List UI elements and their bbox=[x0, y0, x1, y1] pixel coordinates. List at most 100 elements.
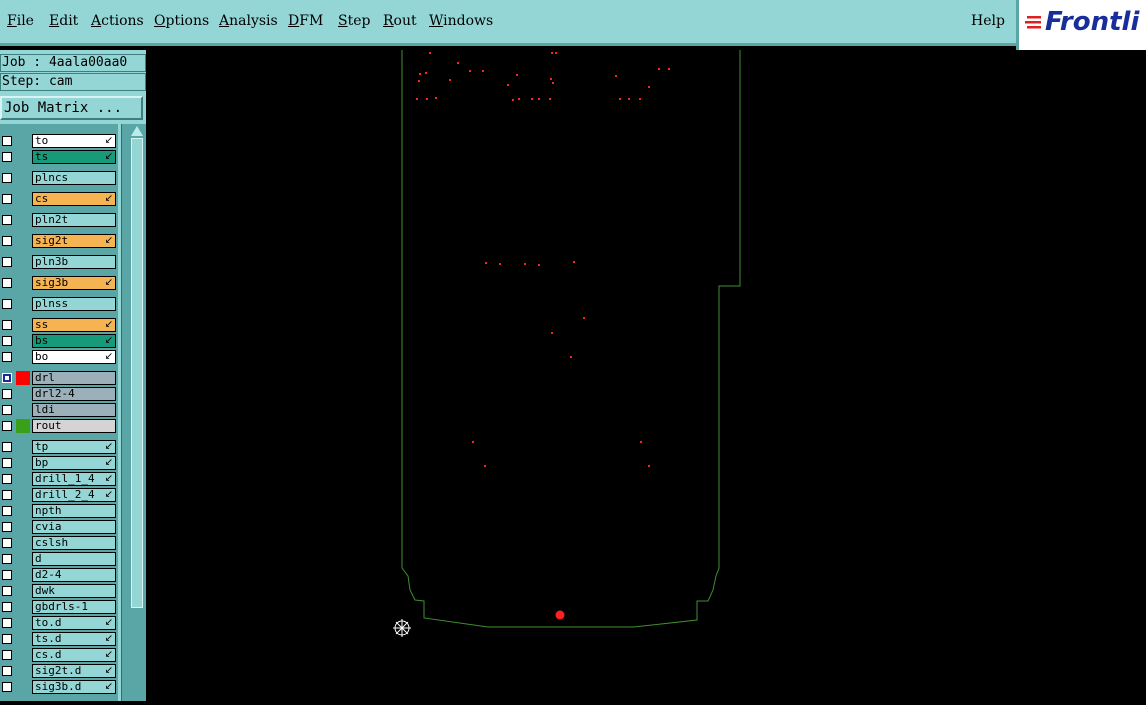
menu-options[interactable]: Options bbox=[154, 13, 209, 29]
scroll-up-arrow-icon[interactable] bbox=[131, 126, 143, 136]
layer-row-sig3b[interactable]: sig3b ↙ bbox=[0, 276, 118, 290]
menu-edit[interactable]: Edit bbox=[49, 13, 78, 29]
layer-row-plncs[interactable]: plncs bbox=[0, 171, 118, 185]
layer-row-tp[interactable]: tp ↙ bbox=[0, 440, 118, 454]
layer-checkbox[interactable] bbox=[2, 320, 12, 330]
layer-name[interactable]: pln2t bbox=[32, 213, 116, 227]
layer-row-drill_2_4[interactable]: drill_2_4 ↙ bbox=[0, 488, 118, 502]
layer-row-gbdrls-1[interactable]: gbdrls-1 bbox=[0, 600, 118, 614]
layer-checkbox[interactable] bbox=[2, 236, 12, 246]
layer-checkbox[interactable] bbox=[2, 490, 12, 500]
layer-name[interactable]: drill_1_4 ↙ bbox=[32, 472, 116, 486]
layer-row-bo[interactable]: bo ↙ bbox=[0, 350, 118, 364]
layer-checkbox[interactable] bbox=[2, 666, 12, 676]
layer-checkbox[interactable] bbox=[2, 522, 12, 532]
layer-checkbox[interactable] bbox=[2, 682, 12, 692]
layer-name[interactable]: ldi bbox=[32, 403, 116, 417]
layer-name[interactable]: gbdrls-1 bbox=[32, 600, 116, 614]
layer-name[interactable]: to ↙ bbox=[32, 134, 116, 148]
layer-name[interactable]: d bbox=[32, 552, 116, 566]
layer-checkbox[interactable] bbox=[2, 650, 12, 660]
layer-checkbox[interactable] bbox=[2, 257, 12, 267]
menu-actions[interactable]: Actions bbox=[91, 13, 144, 29]
layer-name[interactable]: ts.d ↙ bbox=[32, 632, 116, 646]
layer-checkbox[interactable] bbox=[2, 389, 12, 399]
layer-name[interactable]: bp ↙ bbox=[32, 456, 116, 470]
layer-row-cslsh[interactable]: cslsh bbox=[0, 536, 118, 550]
layer-checkbox[interactable] bbox=[2, 299, 12, 309]
layer-name[interactable]: sig2t.d ↙ bbox=[32, 664, 116, 678]
layer-name[interactable]: plnss bbox=[32, 297, 116, 311]
layer-name[interactable]: drl2-4 bbox=[32, 387, 116, 401]
layer-checkbox[interactable] bbox=[2, 602, 12, 612]
layer-checkbox[interactable] bbox=[2, 442, 12, 452]
menu-rout[interactable]: Rout bbox=[383, 13, 417, 29]
layer-row-pln2t[interactable]: pln2t bbox=[0, 213, 118, 227]
layer-row-bp[interactable]: bp ↙ bbox=[0, 456, 118, 470]
layer-row-ts[interactable]: ts ↙ bbox=[0, 150, 118, 164]
layer-name[interactable]: rout bbox=[32, 419, 116, 433]
scroll-thumb[interactable] bbox=[131, 138, 143, 608]
layer-row-cvia[interactable]: cvia bbox=[0, 520, 118, 534]
layer-name[interactable]: dwk bbox=[32, 584, 116, 598]
layer-row-plnss[interactable]: plnss bbox=[0, 297, 118, 311]
layer-name[interactable]: plncs bbox=[32, 171, 116, 185]
layer-name[interactable]: drl bbox=[32, 371, 116, 385]
layer-name[interactable]: cs ↙ bbox=[32, 192, 116, 206]
menu-file[interactable]: File bbox=[7, 13, 34, 29]
layer-checkbox[interactable] bbox=[2, 421, 12, 431]
menu-analysis[interactable]: Analysis bbox=[219, 13, 278, 29]
layer-row-pln3b[interactable]: pln3b bbox=[0, 255, 118, 269]
layer-checkbox[interactable] bbox=[2, 194, 12, 204]
menu-dfm[interactable]: DFM bbox=[288, 13, 323, 29]
layer-list-scrollbar[interactable] bbox=[121, 124, 146, 701]
layer-row-drl2-4[interactable]: drl2-4 bbox=[0, 387, 118, 401]
job-matrix-button[interactable]: Job Matrix ... bbox=[0, 96, 143, 120]
layer-row-dwk[interactable]: dwk bbox=[0, 584, 118, 598]
layer-name[interactable]: cs.d ↙ bbox=[32, 648, 116, 662]
layer-name[interactable]: ss ↙ bbox=[32, 318, 116, 332]
layer-row-npth[interactable]: npth bbox=[0, 504, 118, 518]
layer-checkbox[interactable] bbox=[2, 538, 12, 548]
layer-checkbox[interactable] bbox=[2, 474, 12, 484]
layer-checkbox[interactable] bbox=[2, 506, 12, 516]
layer-name[interactable]: d2-4 bbox=[32, 568, 116, 582]
layer-row-cs[interactable]: cs ↙ bbox=[0, 192, 118, 206]
layer-row-drill_1_4[interactable]: drill_1_4 ↙ bbox=[0, 472, 118, 486]
graphics-canvas[interactable] bbox=[146, 50, 1146, 701]
layer-row-drl[interactable]: drl bbox=[0, 371, 118, 385]
layer-name[interactable]: npth bbox=[32, 504, 116, 518]
layer-color-swatch[interactable] bbox=[16, 419, 30, 433]
layer-row-to[interactable]: to ↙ bbox=[0, 134, 118, 148]
layer-color-swatch[interactable] bbox=[16, 371, 30, 385]
layer-row-sig2t.d[interactable]: sig2t.d ↙ bbox=[0, 664, 118, 678]
layer-row-sig2t[interactable]: sig2t ↙ bbox=[0, 234, 118, 248]
menu-help[interactable]: Help bbox=[971, 13, 1005, 29]
layer-checkbox[interactable] bbox=[2, 405, 12, 415]
layer-checkbox[interactable] bbox=[2, 458, 12, 468]
layer-name[interactable]: to.d ↙ bbox=[32, 616, 116, 630]
layer-name[interactable]: drill_2_4 ↙ bbox=[32, 488, 116, 502]
layer-checkbox[interactable] bbox=[2, 373, 12, 383]
layer-checkbox[interactable] bbox=[2, 352, 12, 362]
layer-checkbox[interactable] bbox=[2, 586, 12, 596]
layer-row-sig3b.d[interactable]: sig3b.d ↙ bbox=[0, 680, 118, 694]
layer-checkbox[interactable] bbox=[2, 618, 12, 628]
layer-row-rout[interactable]: rout bbox=[0, 419, 118, 433]
layer-checkbox[interactable] bbox=[2, 278, 12, 288]
layer-checkbox[interactable] bbox=[2, 634, 12, 644]
layer-checkbox[interactable] bbox=[2, 215, 12, 225]
layer-row-d[interactable]: d bbox=[0, 552, 118, 566]
menu-windows[interactable]: Windows bbox=[429, 13, 493, 29]
layer-name[interactable]: sig3b ↙ bbox=[32, 276, 116, 290]
layer-row-ts.d[interactable]: ts.d ↙ bbox=[0, 632, 118, 646]
layer-row-ss[interactable]: ss ↙ bbox=[0, 318, 118, 332]
layer-checkbox[interactable] bbox=[2, 136, 12, 146]
layer-row-to.d[interactable]: to.d ↙ bbox=[0, 616, 118, 630]
layer-row-cs.d[interactable]: cs.d ↙ bbox=[0, 648, 118, 662]
layer-name[interactable]: ts ↙ bbox=[32, 150, 116, 164]
layer-name[interactable]: cvia bbox=[32, 520, 116, 534]
layer-row-bs[interactable]: bs ↙ bbox=[0, 334, 118, 348]
layer-name[interactable]: bo ↙ bbox=[32, 350, 116, 364]
layer-checkbox[interactable] bbox=[2, 152, 12, 162]
